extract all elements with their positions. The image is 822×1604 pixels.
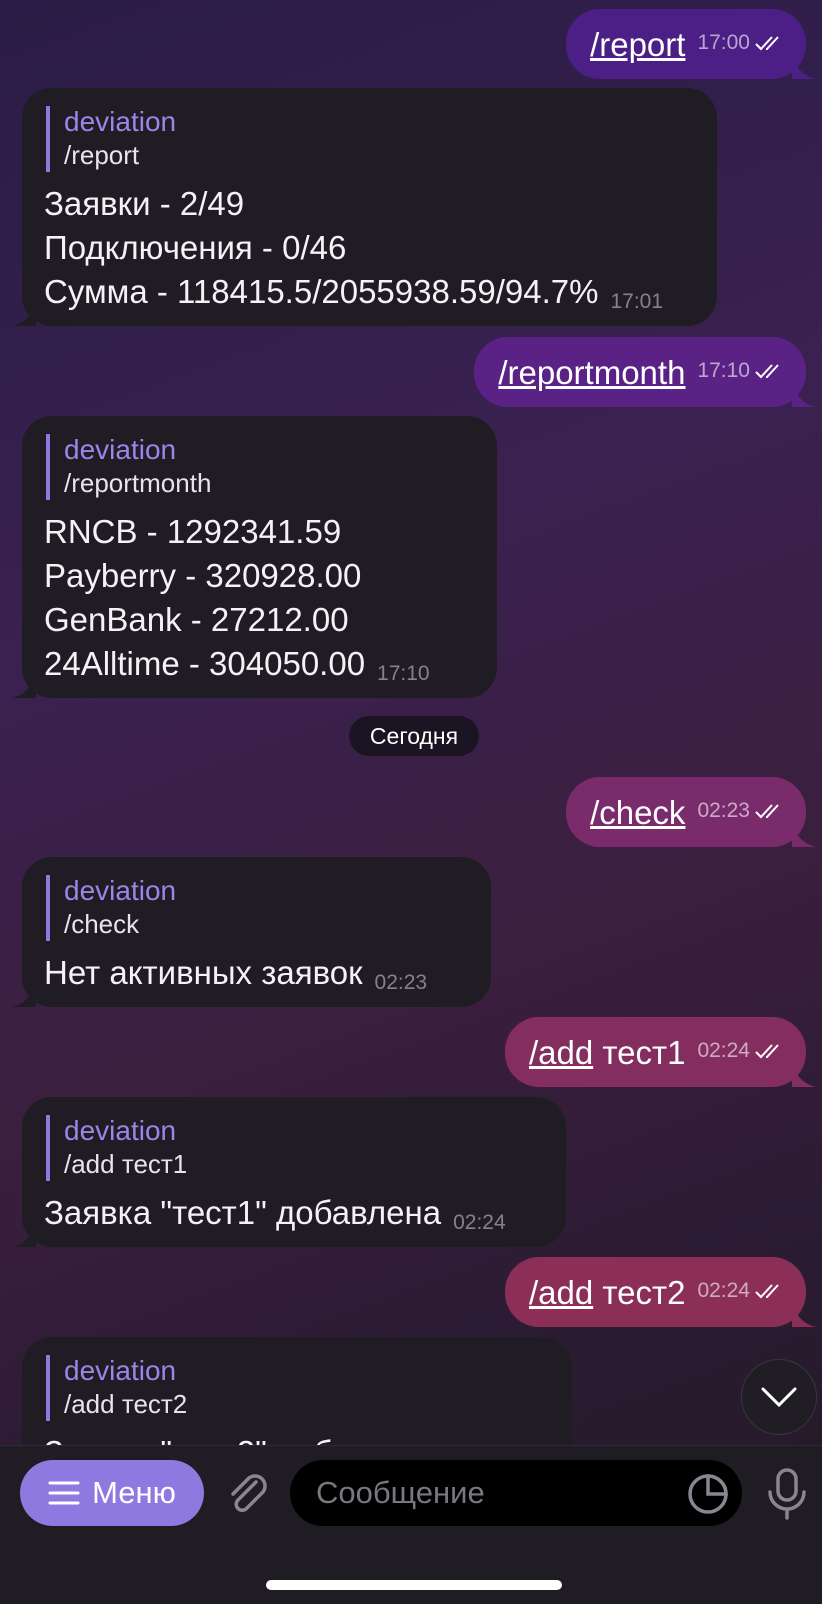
outgoing-message[interactable]: /report 17:00 xyxy=(566,9,816,79)
outgoing-message[interactable]: /add тест2 02:24 xyxy=(504,1257,816,1327)
reply-quote[interactable]: deviation /add тест1 xyxy=(46,1115,546,1181)
command-link[interactable]: /reportmonth xyxy=(498,354,685,391)
reply-text: /add тест2 xyxy=(64,1389,188,1419)
hamburger-icon xyxy=(48,1481,80,1505)
message-line: 24Alltime - 304050.00 xyxy=(44,645,366,682)
chat-history[interactable]: /report 17:00 deviation /report Заявки -… xyxy=(0,0,822,1445)
bubble-tail xyxy=(792,823,816,847)
reply-text: /reportmonth xyxy=(64,468,212,498)
double-check-icon xyxy=(755,364,779,379)
command-link[interactable]: /report xyxy=(590,26,685,63)
chevron-down-icon xyxy=(761,1387,797,1408)
reply-sender: deviation xyxy=(64,106,177,137)
scroll-to-bottom-button[interactable] xyxy=(741,1359,817,1435)
message-line: RNCB - 1292341.59 xyxy=(44,513,342,550)
bubble-tail xyxy=(12,1223,36,1247)
outgoing-message[interactable]: /reportmonth 17:10 xyxy=(474,337,816,407)
reply-quote[interactable]: deviation /check xyxy=(46,875,471,941)
paperclip-icon[interactable] xyxy=(222,1468,272,1518)
message-line: Сумма - 118415.5/2055938.59/94.7% xyxy=(44,273,599,310)
reply-quote[interactable]: deviation /reportmonth xyxy=(46,434,477,500)
bubble-tail xyxy=(12,674,36,698)
bubble-tail xyxy=(792,1303,816,1327)
reply-text: /check xyxy=(64,909,140,939)
microphone-icon[interactable] xyxy=(762,1466,812,1522)
bubble-tail xyxy=(12,983,36,1007)
outgoing-message[interactable]: /add тест1 02:24 xyxy=(504,1017,816,1087)
bubble-tail xyxy=(12,302,36,326)
message-time: 17:10 xyxy=(377,662,430,685)
double-check-icon xyxy=(755,1044,779,1059)
bubble-tail xyxy=(792,383,816,407)
command-link[interactable]: /add xyxy=(529,1034,593,1071)
outgoing-message[interactable]: /check 02:23 xyxy=(566,777,816,847)
message-line: Payberry - 320928.00 xyxy=(44,557,362,594)
message-time: 02:23 xyxy=(697,799,750,822)
sticker-icon[interactable] xyxy=(686,1472,730,1516)
message-time: 17:01 xyxy=(610,290,664,313)
menu-label: Меню xyxy=(92,1475,176,1510)
message-time: 02:24 xyxy=(453,1211,506,1234)
reply-quote[interactable]: deviation /report xyxy=(46,106,697,172)
message-line: Подключения - 0/46 xyxy=(44,229,347,266)
double-check-icon xyxy=(755,1284,779,1299)
reply-quote[interactable]: deviation /add тест2 xyxy=(46,1355,552,1421)
incoming-message[interactable]: deviation /reportmonth RNCB - 1292341.59… xyxy=(12,416,497,698)
message-input[interactable] xyxy=(290,1460,742,1526)
command-link[interactable]: /add xyxy=(529,1274,593,1311)
reply-text: /add тест1 xyxy=(64,1149,188,1179)
reply-sender: deviation xyxy=(64,434,177,465)
bubble-tail xyxy=(792,1063,816,1087)
message-line: Заявка "тест2" добавлена xyxy=(44,1431,552,1445)
incoming-message[interactable]: deviation /add тест1 Заявка "тест1" доба… xyxy=(12,1097,566,1247)
double-check-icon xyxy=(755,804,779,819)
message-line: GenBank - 27212.00 xyxy=(44,601,349,638)
reply-sender: deviation xyxy=(64,875,177,906)
message-time: 17:00 xyxy=(697,31,750,54)
reply-sender: deviation xyxy=(64,1355,177,1386)
reply-text: /report xyxy=(64,140,140,170)
reply-sender: deviation xyxy=(64,1115,177,1146)
home-indicator xyxy=(266,1580,562,1590)
message-time: 02:24 xyxy=(697,1279,750,1302)
incoming-message[interactable]: deviation /report Заявки - 2/49 Подключе… xyxy=(12,88,717,326)
date-divider: Сегодня xyxy=(349,716,479,756)
incoming-message[interactable]: deviation /check Нет активных заявок 02:2… xyxy=(12,857,491,1007)
message-line: Заявки - 2/49 xyxy=(44,185,245,222)
double-check-icon xyxy=(755,36,779,51)
message-line: Заявка "тест1" добавлена xyxy=(44,1194,442,1231)
menu-button[interactable]: Меню xyxy=(20,1460,204,1526)
message-time: 17:10 xyxy=(697,359,750,382)
incoming-message[interactable]: deviation /add тест2 Заявка "тест2" доба… xyxy=(22,1337,572,1445)
command-link[interactable]: /check xyxy=(590,794,685,831)
message-time: 02:24 xyxy=(697,1039,750,1062)
message-time: 02:23 xyxy=(374,971,428,994)
bubble-tail xyxy=(792,55,816,79)
message-line: Нет активных заявок xyxy=(44,954,363,991)
